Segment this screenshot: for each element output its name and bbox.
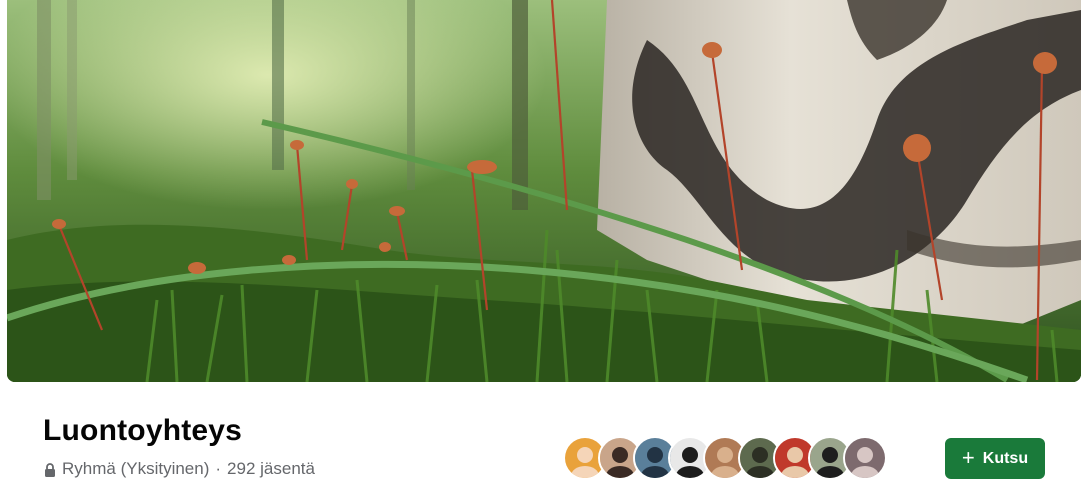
member-count[interactable]: 292 jäsentä — [227, 459, 315, 479]
cover-photo[interactable] — [7, 0, 1081, 382]
member-avatars[interactable] — [563, 436, 887, 480]
group-privacy[interactable]: Ryhmä (Yksityinen) — [62, 459, 209, 479]
group-meta: Ryhmä (Yksityinen) · 292 jäsentä — [44, 459, 315, 479]
plus-icon: + — [961, 444, 975, 470]
invite-button[interactable]: + Kutsu — [945, 438, 1045, 479]
lock-icon — [44, 462, 56, 477]
invite-label: Kutsu — [982, 449, 1029, 467]
cover-photo-image — [7, 0, 1081, 382]
group-name[interactable]: Luontoyhteys — [43, 414, 242, 448]
member-avatar-9[interactable] — [843, 436, 887, 480]
meta-separator: · — [215, 459, 222, 478]
